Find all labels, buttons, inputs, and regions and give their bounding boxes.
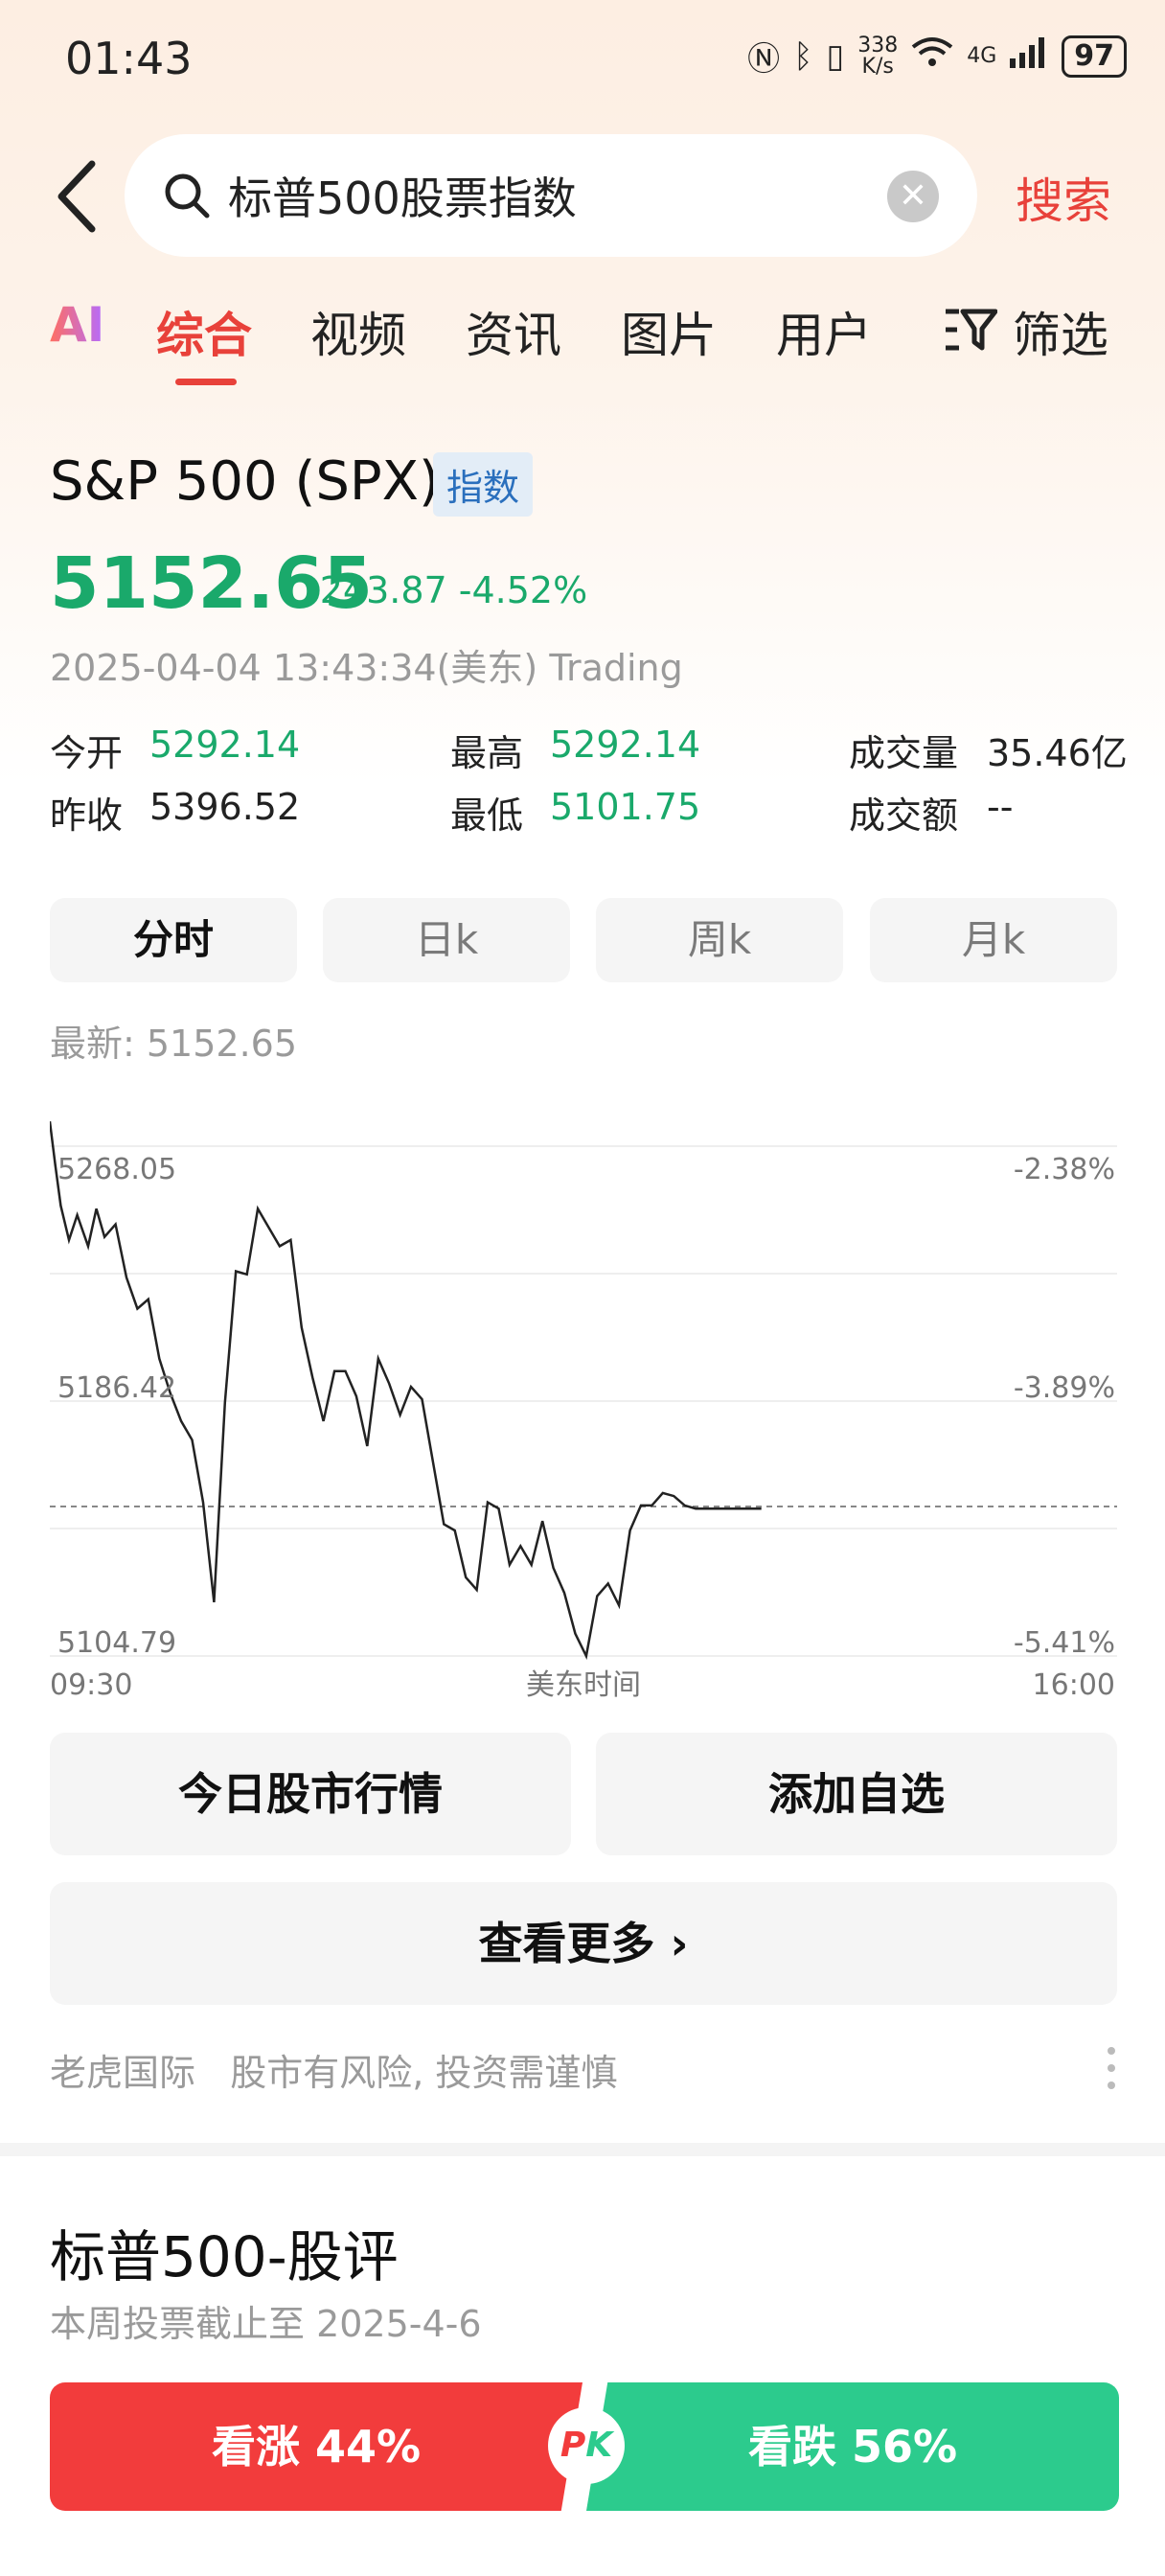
turnover-value: -- — [987, 786, 1014, 828]
chevron-left-icon — [57, 160, 96, 233]
search-tabs: AI 综合 视频 资讯 图片 用户 筛选 — [0, 297, 1165, 383]
intraday-chart[interactable]: 5268.05 5186.42 5104.79 -2.38% -3.89% -5… — [50, 1119, 1117, 1704]
low-value: 5101.75 — [550, 786, 701, 828]
y-label-high: 5268.05 — [57, 1153, 176, 1186]
x-label-axis: 美东时间 — [526, 1668, 641, 1702]
high-label: 最高 — [450, 732, 524, 774]
y-label-mid: 5186.42 — [57, 1371, 176, 1405]
risk-warning: 股市有风险, 投资需谨慎 — [230, 2052, 618, 2094]
latest-price: 最新: 5152.65 — [50, 1023, 298, 1065]
tab-users[interactable]: 用户 — [776, 297, 872, 366]
prev-close-label: 昨收 — [50, 794, 124, 837]
tab-intraday[interactable]: 分时 — [50, 898, 297, 982]
view-more-button[interactable]: 查看更多 › — [50, 1882, 1117, 2005]
vote-bull-button[interactable]: 看涨 44% — [50, 2382, 582, 2511]
review-deadline: 本周投票截止至 2025-4-6 — [50, 2303, 482, 2345]
search-icon — [165, 173, 210, 218]
network-type: 4G — [967, 44, 997, 68]
vibrate-icon: ▯ — [826, 36, 845, 76]
price-change: -243.87 -4.52% — [307, 569, 588, 611]
y-pct-low: -5.41% — [1014, 1626, 1115, 1660]
chevron-right-icon: › — [670, 1918, 689, 1969]
tab-images[interactable]: 图片 — [621, 297, 717, 366]
quote-timestamp: 2025-04-04 13:43:34(美东) Trading — [50, 647, 683, 689]
add-watchlist-button[interactable]: 添加自选 — [596, 1733, 1117, 1855]
tab-ai[interactable]: AI — [50, 297, 104, 353]
high-value: 5292.14 — [550, 724, 701, 766]
tab-all[interactable]: 综合 — [156, 297, 252, 366]
tab-video[interactable]: 视频 — [310, 297, 406, 366]
filter-icon — [946, 309, 998, 351]
section-divider — [0, 2143, 1165, 2156]
open-value: 5292.14 — [149, 724, 301, 766]
tab-news[interactable]: 资讯 — [466, 297, 561, 366]
y-pct-mid: -3.89% — [1014, 1371, 1115, 1405]
nfc-icon: Ⓝ — [747, 40, 781, 79]
source-name: 老虎国际 — [50, 2052, 196, 2094]
search-query: 标普500股票指数 — [228, 172, 577, 224]
status-icons: Ⓝ ᛒ ▯ 338 K/s 4G 97 — [747, 33, 1127, 80]
back-button[interactable] — [50, 158, 107, 235]
market-today-button[interactable]: 今日股市行情 — [50, 1733, 571, 1855]
y-label-low: 5104.79 — [57, 1626, 176, 1660]
bluetooth-icon: ᛒ — [793, 36, 813, 76]
x-label-end: 16:00 — [1033, 1668, 1115, 1702]
y-pct-high: -2.38% — [1014, 1153, 1115, 1186]
tab-monthly-k[interactable]: 月k — [870, 898, 1117, 982]
turnover-label: 成交额 — [849, 794, 959, 837]
active-tab-indicator — [175, 379, 237, 385]
review-title: 标普500-股评 — [50, 2224, 399, 2289]
search-button[interactable]: 搜索 — [1016, 163, 1111, 232]
open-label: 今开 — [50, 732, 124, 774]
vote-bear-button[interactable]: 看跌 56% — [586, 2382, 1119, 2511]
source-note: 老虎国际 股市有风险, 投资需谨慎 — [50, 2043, 617, 2096]
volume-label: 成交量 — [849, 732, 959, 774]
search-input[interactable]: 标普500股票指数 ✕ — [125, 134, 977, 257]
index-type-badge: 指数 — [433, 452, 534, 517]
x-label-start: 09:30 — [50, 1668, 132, 1702]
wifi-icon — [911, 35, 953, 77]
index-name: S&P 500 (SPX) — [50, 450, 440, 513]
status-time: 01:43 — [65, 33, 193, 84]
network-speed: 338 K/s — [857, 33, 899, 79]
pk-badge: PK — [548, 2407, 625, 2484]
volume-value: 35.46亿 — [987, 732, 1128, 774]
low-label: 最低 — [450, 794, 524, 837]
signal-icon — [1010, 35, 1048, 77]
battery-icon: 97 — [1062, 34, 1127, 78]
prev-close-value: 5396.52 — [149, 786, 301, 828]
chart-grid — [50, 1145, 1117, 1657]
tab-daily-k[interactable]: 日k — [323, 898, 570, 982]
more-options-icon[interactable] — [1108, 2047, 1117, 2099]
tab-filter[interactable]: 筛选 — [944, 297, 1108, 366]
tab-weekly-k[interactable]: 周k — [596, 898, 843, 982]
clear-icon[interactable]: ✕ — [887, 171, 939, 222]
